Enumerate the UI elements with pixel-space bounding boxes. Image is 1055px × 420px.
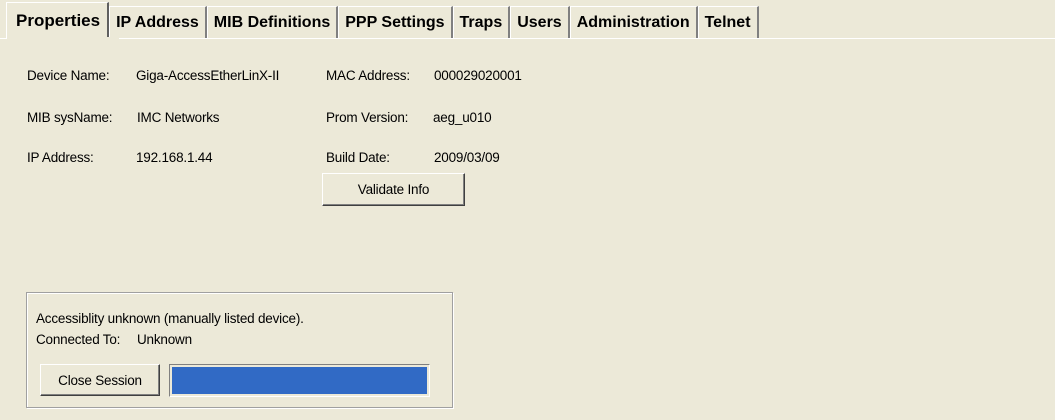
active-tab-join — [7, 37, 119, 40]
prom-version-value: aeg_u010 — [433, 110, 492, 125]
device-name-label: Device Name: — [27, 68, 110, 83]
device-name-value: Giga-AccessEtherLinX-II — [136, 68, 280, 83]
close-session-button[interactable]: Close Session — [40, 364, 160, 396]
mac-address-label: MAC Address: — [326, 68, 410, 83]
tab-administration[interactable]: Administration — [569, 6, 698, 38]
ip-address-value: 192.168.1.44 — [136, 150, 213, 165]
tab-strip: Properties IP Address MIB Definitions PP… — [6, 2, 759, 38]
tab-users[interactable]: Users — [510, 6, 570, 38]
accessibility-status-text: Accessiblity unknown (manually listed de… — [36, 311, 304, 326]
ip-address-label: IP Address: — [27, 150, 94, 165]
mac-address-value: 000029020001 — [434, 68, 522, 83]
mib-sysname-label: MIB sysName: — [27, 110, 113, 125]
validate-info-button[interactable]: Validate Info — [322, 173, 465, 206]
progress-fill — [172, 367, 427, 394]
connected-to-label: Connected To: — [36, 332, 121, 347]
tab-traps[interactable]: Traps — [452, 6, 511, 38]
tab-ppp-settings[interactable]: PPP Settings — [338, 6, 453, 38]
connected-to-value: Unknown — [137, 332, 192, 347]
tab-telnet[interactable]: Telnet — [697, 6, 759, 38]
tab-ip-address[interactable]: IP Address — [109, 6, 207, 38]
tab-panel-border — [0, 38, 1055, 39]
session-progress-bar — [169, 364, 430, 397]
mib-sysname-value: IMC Networks — [137, 110, 220, 125]
tab-properties[interactable]: Properties — [6, 2, 110, 38]
build-date-value: 2009/03/09 — [434, 150, 500, 165]
build-date-label: Build Date: — [326, 150, 390, 165]
tab-mib-definitions[interactable]: MIB Definitions — [206, 6, 339, 38]
prom-version-label: Prom Version: — [326, 110, 409, 125]
